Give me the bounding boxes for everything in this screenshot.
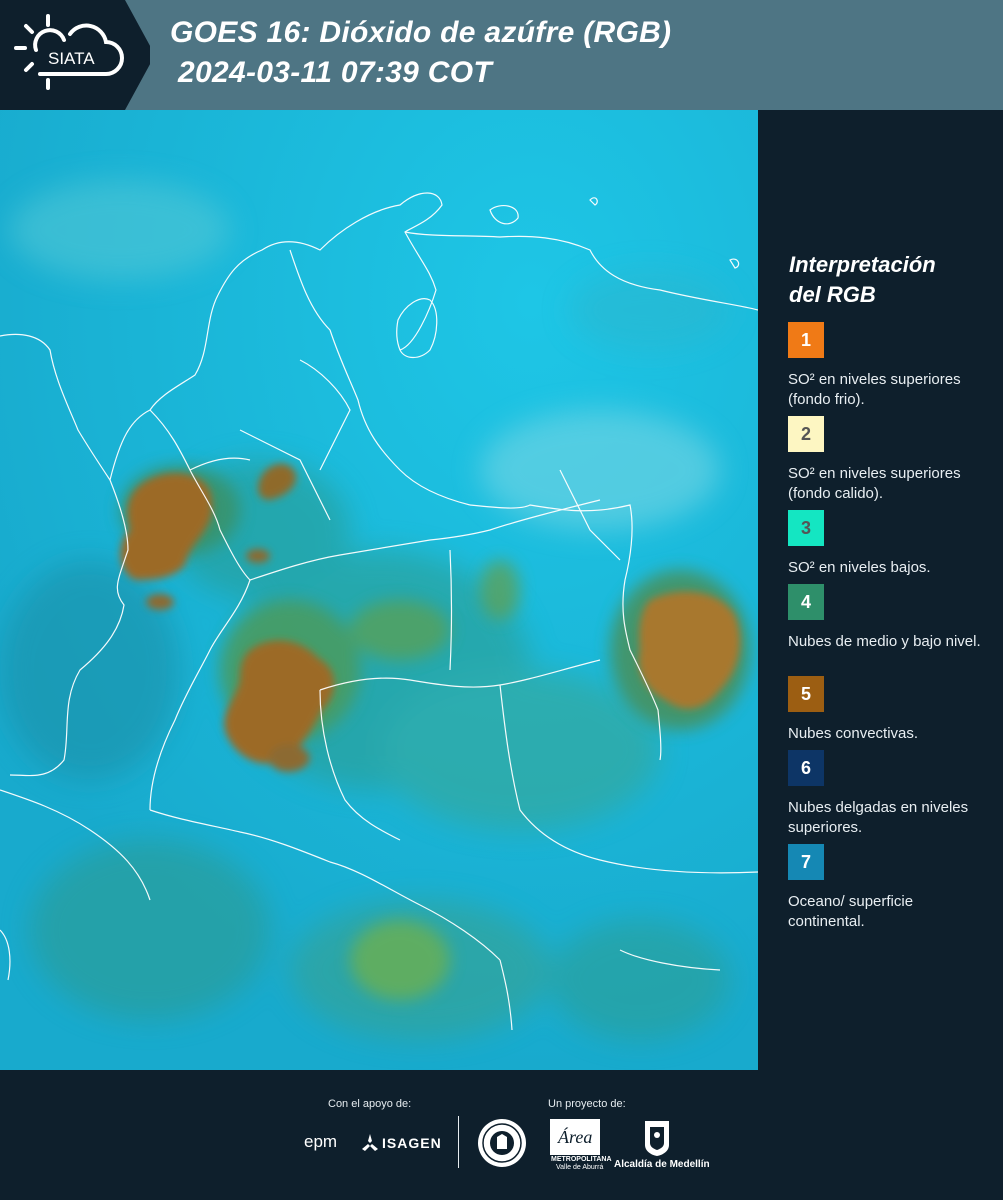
legend-label: Nubes convectivas. [788, 725, 919, 742]
legend-label: SO² en niveles bajos. [788, 559, 931, 576]
svg-text:SIATA: SIATA [48, 49, 95, 68]
legend-swatch: 1 [788, 322, 824, 358]
svg-text:Área: Área [557, 1126, 592, 1147]
legend-item-3: 3 SO² en niveles bajos. [788, 510, 993, 578]
legend-item-1: 1 SO² en niveles superiores (fondo frio)… [788, 322, 993, 410]
legend-label: Oceano/ superficie continental. [788, 893, 914, 930]
legend-swatch: 2 [788, 416, 824, 452]
legend-swatch: 4 [788, 584, 824, 620]
footer: Con el apoyo de: Un proyecto de: epm ISA… [0, 1070, 1003, 1200]
footer-divider [458, 1116, 459, 1168]
isagen-icon [362, 1134, 378, 1151]
legend-title: Interpretación del RGB [789, 252, 936, 307]
legend-label: SO² en niveles superiores (fondo frio). [788, 371, 961, 408]
rgb-legend: Interpretación del RGB 1 SO² en niveles … [758, 110, 1003, 1070]
legend-label: Nubes de medio y bajo nivel. [788, 633, 981, 650]
page-title: GOES 16: Dióxido de azúfre (RGB) [170, 16, 672, 49]
alcaldia-caption: Alcaldía de Medellín [614, 1159, 710, 1170]
area-caption-2: Valle de Aburrá [556, 1164, 604, 1171]
area-metropolitana-logo: Área [550, 1119, 600, 1155]
legend-swatch: 6 [788, 750, 824, 786]
legend-label: Nubes delgadas en niveles superiores. [788, 799, 969, 836]
isagen-logo: ISAGEN [382, 1135, 442, 1151]
sun-cloud-icon: SIATA [14, 14, 124, 90]
legend-swatch: 5 [788, 676, 824, 712]
rgb-composite-map [0, 110, 758, 1070]
area-caption-1: METROPOLITANA [551, 1156, 612, 1163]
legend-item-6: 6 Nubes delgadas en niveles superiores. [788, 750, 993, 838]
support-label: Con el apoyo de: [328, 1098, 412, 1110]
project-label: Un proyecto de: [548, 1098, 626, 1110]
legend-item-2: 2 SO² en niveles superiores (fondo calid… [788, 416, 993, 504]
coat-of-arms-icon [645, 1121, 669, 1156]
legend-item-4: 4 Nubes de medio y bajo nivel. [788, 584, 993, 652]
epm-logo: epm [304, 1132, 338, 1151]
legend-item-5: 5 Nubes convectivas. [788, 676, 993, 744]
header: SIATA GOES 16: Dióxido de azúfre (RGB) 2… [0, 0, 1003, 110]
legend-label: SO² en niveles superiores (fondo calido)… [788, 465, 961, 502]
satellite-image [0, 110, 758, 1070]
university-seal-icon [478, 1119, 526, 1167]
legend-item-7: 7 Oceano/ superficie continental. [788, 844, 993, 932]
siata-logo: SIATA [0, 0, 150, 110]
legend-swatch: 3 [788, 510, 824, 546]
legend-swatch: 7 [788, 844, 824, 880]
timestamp: 2024-03-11 07:39 COT [178, 56, 492, 89]
